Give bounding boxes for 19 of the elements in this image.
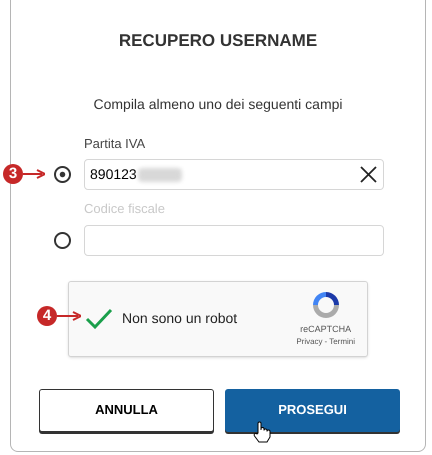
cancel-button[interactable]: ANNULLA	[39, 388, 214, 432]
captcha-label: Non sono un robot	[122, 309, 238, 328]
field-label: Partita IVA	[84, 134, 146, 152]
terms-link[interactable]: Termini	[329, 336, 355, 348]
instruction-text: Compila almeno uno dei seguenti campi	[92, 94, 344, 114]
recaptcha-brand: reCAPTCHA	[300, 322, 352, 336]
link-separator: -	[324, 336, 328, 348]
hand-cursor-icon	[253, 420, 271, 442]
checkmark-icon[interactable]	[85, 308, 113, 330]
clear-icon[interactable]	[360, 166, 377, 183]
arrow-icon	[23, 168, 45, 178]
text-field[interactable]: 890123	[84, 159, 384, 190]
arrow-icon	[57, 310, 81, 320]
field-value: 890123	[90, 165, 137, 184]
privacy-link[interactable]: Privacy	[296, 336, 323, 348]
radio-button[interactable]	[54, 166, 71, 183]
callout-badge: 3	[3, 164, 23, 184]
callout-badge: 4	[37, 306, 57, 326]
dialog-title: RECUPERO USERNAME	[118, 30, 318, 52]
